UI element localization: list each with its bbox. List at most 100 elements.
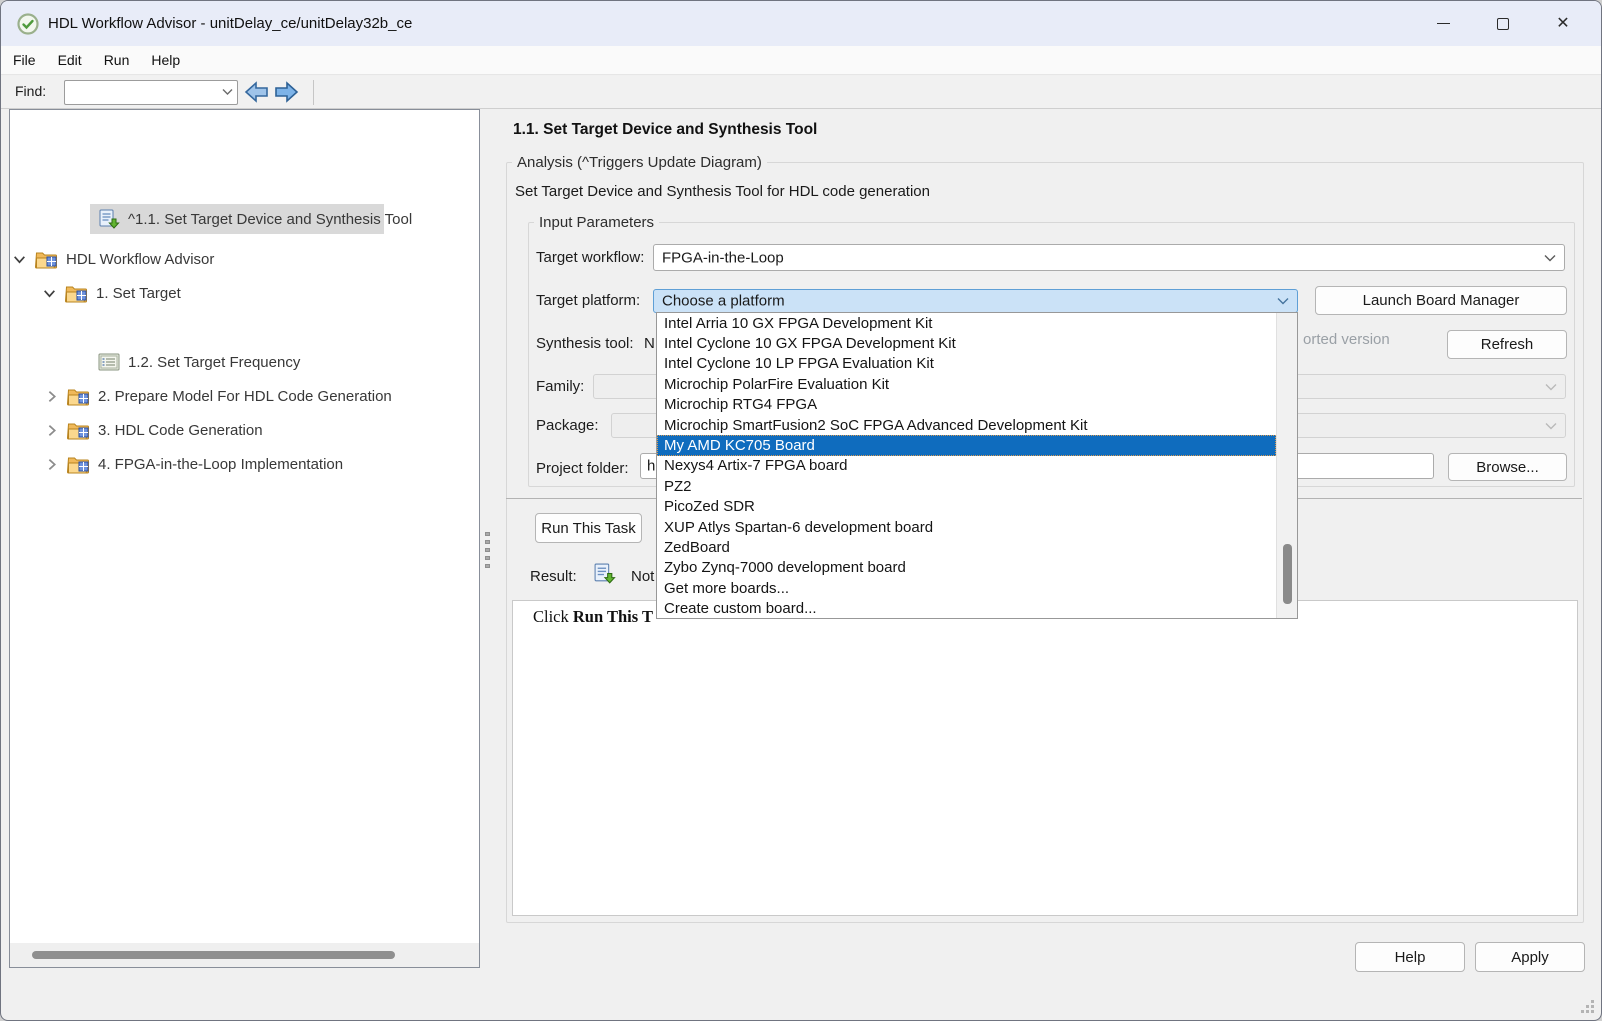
platform-option[interactable]: Microchip PolarFire Evaluation Kit [657,374,1276,394]
workflow-tree-panel: HDL Workflow Advisor 1. Set Target [9,109,480,968]
workflow-folder-icon [67,421,90,440]
chevron-down-icon[interactable] [42,286,57,301]
tree-horizontal-scrollbar[interactable] [10,943,479,967]
analysis-group-label: Analysis (^Triggers Update Diagram) [512,154,767,171]
chevron-down-icon [1545,383,1557,391]
tree-item-label: HDL Workflow Advisor [66,251,214,268]
chevron-down-icon [1277,297,1289,305]
browse-button[interactable]: Browse... [1448,453,1567,481]
workflow-advisor-app-icon [17,13,39,35]
synthesis-tool-label: Synthesis tool: [536,335,634,352]
workflow-folder-icon [67,455,90,474]
tree-item-label: ^1.1. Set Target Device and Synthesis To… [128,211,412,228]
family-label: Family: [536,378,584,395]
title-bar: HDL Workflow Advisor - unitDelay_ce/unit… [1,1,1601,46]
target-platform-value: Choose a platform [662,293,785,310]
platform-option[interactable]: Intel Arria 10 GX FPGA Development Kit [657,313,1276,333]
platform-option-selected[interactable]: My AMD KC705 Board [657,435,1276,455]
refresh-button[interactable]: Refresh [1447,330,1567,359]
menu-edit[interactable]: Edit [47,46,93,74]
target-workflow-combobox[interactable]: FPGA-in-the-Loop [653,244,1565,271]
chevron-down-icon[interactable] [12,252,27,267]
toolbar-separator [313,80,314,105]
minimize-icon [1437,23,1450,25]
close-button[interactable]: ✕ [1533,1,1593,46]
input-parameters-label: Input Parameters [534,214,659,231]
target-platform-label: Target platform: [536,292,640,309]
task-description: Set Target Device and Synthesis Tool for… [515,183,930,200]
menu-help[interactable]: Help [140,46,191,74]
synthesis-tool-value-fragment: N [644,335,655,352]
tree-item-label: 4. FPGA-in-the-Loop Implementation [98,456,343,473]
platform-option[interactable]: Get more boards... [657,578,1276,598]
find-input[interactable] [68,82,214,103]
tree-item-set-target[interactable]: 1. Set Target [42,278,181,308]
chevron-down-icon[interactable] [222,88,233,96]
tree-item-label: 3. HDL Code Generation [98,422,263,439]
resize-grip-icon[interactable] [1578,997,1594,1013]
menu-run[interactable]: Run [93,46,141,74]
panel-splitter-handle[interactable] [485,532,491,568]
minimize-button[interactable] [1413,1,1473,46]
tree-item-label: 2. Prepare Model For HDL Code Generation [98,388,392,405]
result-value-fragment: Not [631,568,654,585]
scrollbar-thumb[interactable] [32,951,395,959]
help-button[interactable]: Help [1355,942,1465,972]
chevron-down-icon [1545,422,1557,430]
tree-item-fil-implementation[interactable]: 4. FPGA-in-the-Loop Implementation [44,449,343,479]
tree-item-hdl-workflow-advisor[interactable]: HDL Workflow Advisor [12,244,214,274]
menu-file[interactable]: File [1,46,47,74]
run-this-task-button[interactable]: Run This Task [535,513,642,543]
close-icon: ✕ [1556,16,1569,32]
chevron-right-icon[interactable] [44,389,59,404]
result-report-text: Click Run This T [533,607,653,627]
platform-option[interactable]: PicoZed SDR [657,497,1276,517]
platform-option[interactable]: Intel Cyclone 10 LP FPGA Evaluation Kit [657,354,1276,374]
target-platform-dropdown-list: Intel Arria 10 GX FPGA Development Kit I… [656,312,1298,619]
platform-option[interactable]: Zybo Zynq-7000 development board [657,558,1276,578]
task-run-icon [593,563,616,585]
find-combobox[interactable] [64,80,238,105]
platform-option[interactable]: Microchip RTG4 FPGA [657,395,1276,415]
launch-board-manager-button[interactable]: Launch Board Manager [1315,286,1567,315]
chevron-right-icon[interactable] [44,457,59,472]
scrollbar-thumb[interactable] [1283,544,1292,604]
tree-item-label: 1.2. Set Target Frequency [128,354,300,371]
maximize-button[interactable] [1473,1,1533,46]
project-folder-label: Project folder: [536,460,629,477]
maximize-icon [1497,18,1509,30]
dropdown-scrollbar[interactable] [1276,313,1297,618]
target-workflow-label: Target workflow: [536,249,644,266]
find-label: Find: [15,83,46,99]
task-run-icon [98,209,120,230]
menu-bar: File Edit Run Help [1,46,1601,75]
find-next-button[interactable] [273,80,299,104]
platform-option[interactable]: Microchip SmartFusion2 SoC FPGA Advanced… [657,415,1276,435]
apply-button[interactable]: Apply [1475,942,1585,972]
task-title: 1.1. Set Target Device and Synthesis Too… [513,121,817,139]
chevron-down-icon [1544,254,1556,262]
find-previous-button[interactable] [244,80,270,104]
chevron-right-icon[interactable] [44,423,59,438]
platform-option[interactable]: ZedBoard [657,537,1276,557]
platform-option[interactable]: PZ2 [657,476,1276,496]
package-label: Package: [536,417,599,434]
tree-item-prepare-model[interactable]: 2. Prepare Model For HDL Code Generation [44,381,392,411]
platform-option[interactable]: Create custom board... [657,598,1276,618]
result-report-area: Click Run This T [512,600,1578,916]
hdl-workflow-advisor-window: HDL Workflow Advisor - unitDelay_ce/unit… [0,0,1602,1021]
project-folder-value-fragment: h [647,458,655,475]
platform-option[interactable]: XUP Atlys Spartan-6 development board [657,517,1276,537]
tree-item-label: 1. Set Target [96,285,181,302]
platform-option[interactable]: Intel Cyclone 10 GX FPGA Development Kit [657,333,1276,353]
tree-item-set-target-frequency[interactable]: 1.2. Set Target Frequency [98,347,300,377]
target-platform-combobox[interactable]: Choose a platform [653,289,1298,313]
find-toolbar: Find: [1,76,1601,109]
result-label: Result: [530,568,577,585]
synthesis-version-note-fragment: orted version [1303,331,1390,348]
workflow-folder-icon [65,284,88,303]
platform-option[interactable]: Nexys4 Artix-7 FPGA board [657,456,1276,476]
tree-item-hdl-code-generation[interactable]: 3. HDL Code Generation [44,415,263,445]
tree-item-set-target-device[interactable]: ^1.1. Set Target Device and Synthesis To… [98,204,412,234]
report-icon [98,353,120,371]
